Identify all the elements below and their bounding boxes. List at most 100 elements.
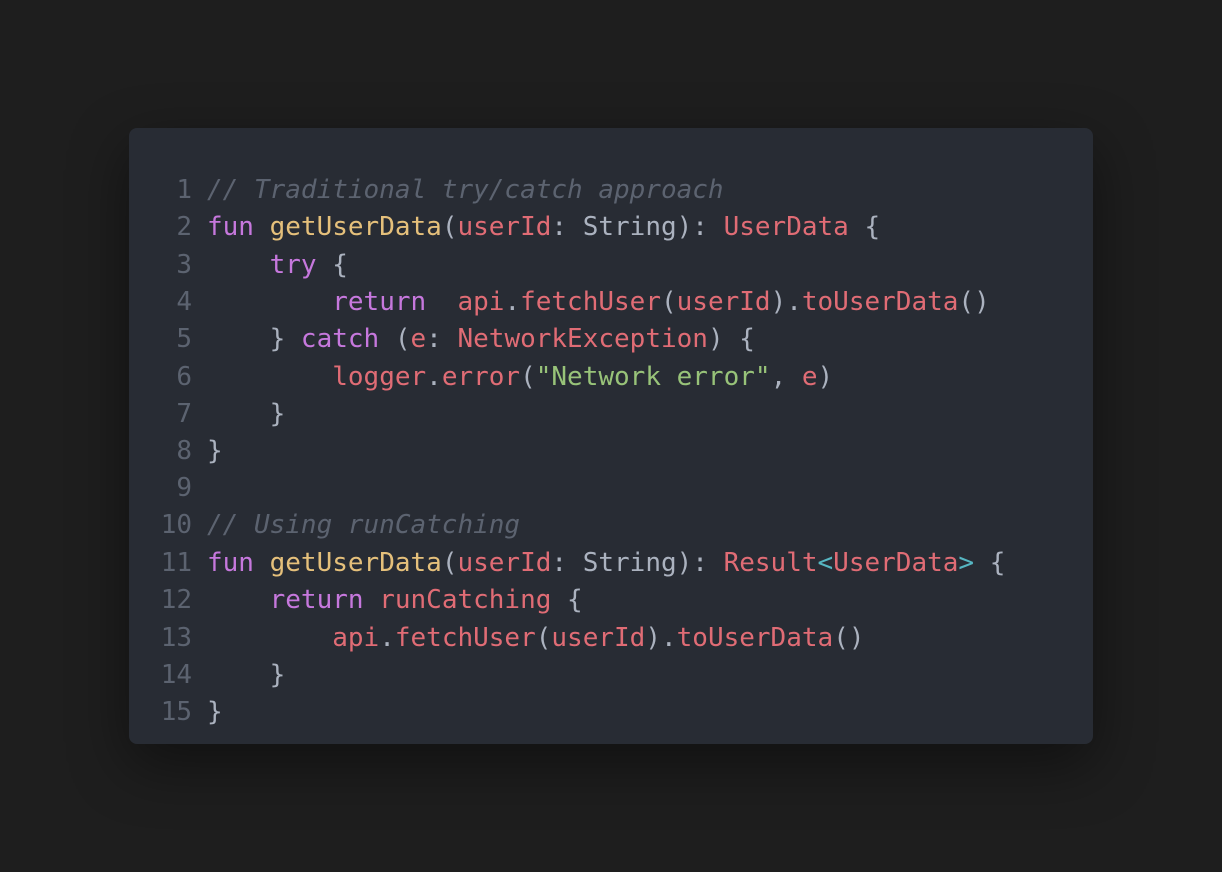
code-line: 12 return runCatching { [129, 582, 583, 619]
code-token: ( [535, 623, 552, 653]
line-number: 7 [176, 399, 192, 429]
line-number: 1 [176, 175, 192, 205]
code-line: 11 fun getUserData(userId: String): Resul… [129, 545, 1006, 582]
line-number: 3 [176, 250, 192, 280]
line-number: 10 [160, 510, 192, 540]
line-number: 15 [160, 697, 192, 727]
code-token: getUserData [269, 212, 442, 242]
code-token: // Using runCatching [207, 510, 521, 540]
code-token: userId [457, 548, 552, 578]
code-token: } [207, 436, 223, 466]
code-token: toUserData [801, 287, 959, 317]
code-token: { [551, 585, 583, 615]
code-token: UserData [833, 548, 959, 578]
line-number: 14 [160, 660, 192, 690]
line-number: 12 [160, 585, 192, 615]
code-token: NetworkException [457, 324, 708, 354]
code-token: ): [676, 212, 724, 242]
code-line: 9 [129, 470, 207, 507]
code-token: e [410, 324, 427, 354]
line-number: 2 [176, 212, 192, 242]
code-line: 1 // Traditional try/catch approach [129, 172, 724, 209]
code-line: 2 fun getUserData(userId: String): UserDa… [129, 209, 880, 246]
line-number: 11 [160, 548, 192, 578]
code-line: 5 } catch (e: NetworkException) { [129, 321, 755, 358]
code-token: fun [207, 548, 270, 578]
code-line: 6 logger.error("Network error", e) [129, 359, 833, 396]
code-token: . [426, 362, 442, 392]
code-token: return [332, 287, 427, 317]
code-token: toUserData [676, 623, 834, 653]
code-token: UserData [723, 212, 849, 242]
code-line: 7 } [129, 396, 285, 433]
code-token: { [316, 250, 348, 280]
code-line: 14 } [129, 657, 286, 694]
code-token: ( [379, 324, 411, 354]
code-line: 8} [129, 433, 223, 470]
line-number: 9 [176, 473, 192, 503]
code-token: , [770, 362, 802, 392]
code-token: : [551, 212, 583, 242]
line-number: 13 [160, 623, 192, 653]
code-token: fun [207, 212, 270, 242]
code-token: Result [723, 548, 818, 578]
code-token: : [551, 548, 583, 578]
code-token: } [207, 324, 301, 354]
code-token: "Network error" [535, 362, 771, 392]
line-number: 8 [176, 436, 192, 466]
code-token: catch [300, 324, 380, 354]
code-token: () [833, 623, 865, 653]
code-token: logger [332, 362, 427, 392]
code-token: getUserData [269, 548, 442, 578]
code-token: { [848, 212, 881, 242]
code-window: 1 // Traditional try/catch approach 2 fun g… [129, 128, 1093, 744]
code-token: api [457, 287, 505, 317]
code-token: < [817, 548, 834, 578]
code-token: fetchUser [394, 623, 536, 653]
code-token: String [582, 212, 677, 242]
code-token: api [332, 623, 380, 653]
code-token: ) { [707, 324, 755, 354]
code-token: fetchUser [520, 287, 661, 317]
code-line: 3 try { [129, 247, 348, 284]
code-token: userId [676, 287, 771, 317]
code-token: error [441, 362, 521, 392]
code-token: try [269, 250, 317, 280]
code-token: . [379, 623, 395, 653]
code-token: } [207, 697, 223, 727]
code-token: // Traditional try/catch approach [207, 175, 724, 205]
code-token: ): [676, 548, 724, 578]
code-token: userId [457, 212, 552, 242]
code-token: ( [441, 548, 458, 578]
code-token: userId [551, 623, 646, 653]
line-number: 4 [176, 287, 192, 317]
code-line: 13 api.fetchUser(userId).toUserData() [129, 620, 865, 657]
line-number: 5 [176, 324, 192, 354]
code-token: { [974, 548, 1006, 578]
line-number: 6 [176, 362, 192, 392]
code-line: 4 return api.fetchUser(userId).toUserDat… [129, 284, 990, 321]
code-line: 15} [129, 694, 223, 731]
code-token: String [582, 548, 677, 578]
code-token: } [207, 660, 286, 690]
code-token: runCatching [379, 585, 552, 615]
code-token: e [801, 362, 818, 392]
code-token: ( [660, 287, 677, 317]
code-line: 10 // Using runCatching [129, 507, 520, 544]
code-token: ( [520, 362, 536, 392]
code-token: () [958, 287, 990, 317]
code-token: . [504, 287, 521, 317]
code-token: ) [817, 362, 834, 392]
code-token: } [207, 399, 286, 429]
code-token: > [958, 548, 975, 578]
code-token: ( [441, 212, 458, 242]
code-token: ). [645, 623, 677, 653]
code-token: : [426, 324, 458, 354]
code-token: return [269, 585, 380, 615]
